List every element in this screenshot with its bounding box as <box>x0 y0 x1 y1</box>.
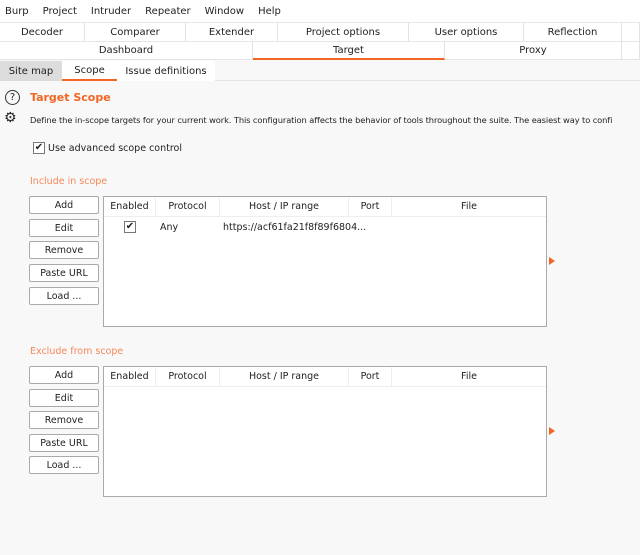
exclude-paste-url-button[interactable]: Paste URL <box>29 434 99 452</box>
row-enabled-checkbox[interactable]: ✔ <box>124 221 136 233</box>
expand-arrow-icon[interactable] <box>549 427 555 435</box>
exclude-section-label: Exclude from scope <box>30 346 124 357</box>
tab-more[interactable] <box>622 22 640 41</box>
exclude-load-button[interactable]: Load ... <box>29 456 99 474</box>
subtab-issue-definitions[interactable]: Issue definitions <box>117 61 215 81</box>
exclude-table: Enabled Protocol Host / IP range Port Fi… <box>103 366 547 497</box>
subtab-scope[interactable]: Scope <box>62 61 117 81</box>
include-load-button[interactable]: Load ... <box>29 287 99 305</box>
column-file[interactable]: File <box>392 197 546 217</box>
row-protocol: Any <box>160 221 179 233</box>
page-title: Target Scope <box>30 91 111 104</box>
tab-target[interactable]: Target <box>253 41 445 60</box>
include-paste-url-button[interactable]: Paste URL <box>29 264 99 282</box>
menu-intruder[interactable]: Intruder <box>86 6 137 17</box>
tab-comparer[interactable]: Comparer <box>85 22 186 41</box>
tab-extender[interactable]: Extender <box>186 22 278 41</box>
tab-user-options[interactable]: User options <box>409 22 524 41</box>
menu-project[interactable]: Project <box>38 6 83 17</box>
column-port[interactable]: Port <box>349 367 392 387</box>
advanced-scope-label: Use advanced scope control <box>48 143 183 154</box>
tab-reflection[interactable]: Reflection <box>524 22 622 41</box>
advanced-scope-checkbox[interactable]: ✔ <box>33 142 45 154</box>
include-table: Enabled Protocol Host / IP range Port Fi… <box>103 196 547 327</box>
column-enabled[interactable]: Enabled <box>104 367 156 387</box>
exclude-edit-button[interactable]: Edit <box>29 389 99 407</box>
column-port[interactable]: Port <box>349 197 392 217</box>
tab-decoder[interactable]: Decoder <box>0 22 85 41</box>
expand-arrow-icon[interactable] <box>549 257 555 265</box>
column-enabled[interactable]: Enabled <box>104 197 156 217</box>
menu-repeater[interactable]: Repeater <box>140 6 196 17</box>
question-circle-icon[interactable]: ? <box>5 90 20 105</box>
include-remove-button[interactable]: Remove <box>29 241 99 259</box>
include-section-label: Include in scope <box>30 176 108 187</box>
gear-icon[interactable]: ⚙ <box>4 110 17 126</box>
tab-dashboard[interactable]: Dashboard <box>0 41 253 60</box>
menu-help[interactable]: Help <box>253 6 287 17</box>
exclude-add-button[interactable]: Add <box>29 366 99 384</box>
include-add-button[interactable]: Add <box>29 196 99 214</box>
scope-description: Define the in-scope targets for your cur… <box>30 115 613 125</box>
menu-burp[interactable]: Burp <box>0 6 35 17</box>
tab-project-options[interactable]: Project options <box>278 22 409 41</box>
column-protocol[interactable]: Protocol <box>156 197 220 217</box>
menu-bar: Burp Project Intruder Repeater Window He… <box>0 0 640 22</box>
menu-window[interactable]: Window <box>200 6 250 17</box>
include-edit-button[interactable]: Edit <box>29 219 99 237</box>
tab-more-2[interactable] <box>622 41 640 60</box>
exclude-remove-button[interactable]: Remove <box>29 411 99 429</box>
table-row[interactable]: ✔ <box>124 219 136 235</box>
subtab-site-map[interactable]: Site map <box>0 61 62 81</box>
column-host[interactable]: Host / IP range <box>220 197 349 217</box>
tab-proxy[interactable]: Proxy <box>445 41 622 60</box>
subtab-filler <box>215 61 640 81</box>
column-file[interactable]: File <box>392 367 546 387</box>
column-host[interactable]: Host / IP range <box>220 367 349 387</box>
column-protocol[interactable]: Protocol <box>156 367 220 387</box>
row-host: https://acf61fa21f8f89f6804... <box>223 221 367 233</box>
